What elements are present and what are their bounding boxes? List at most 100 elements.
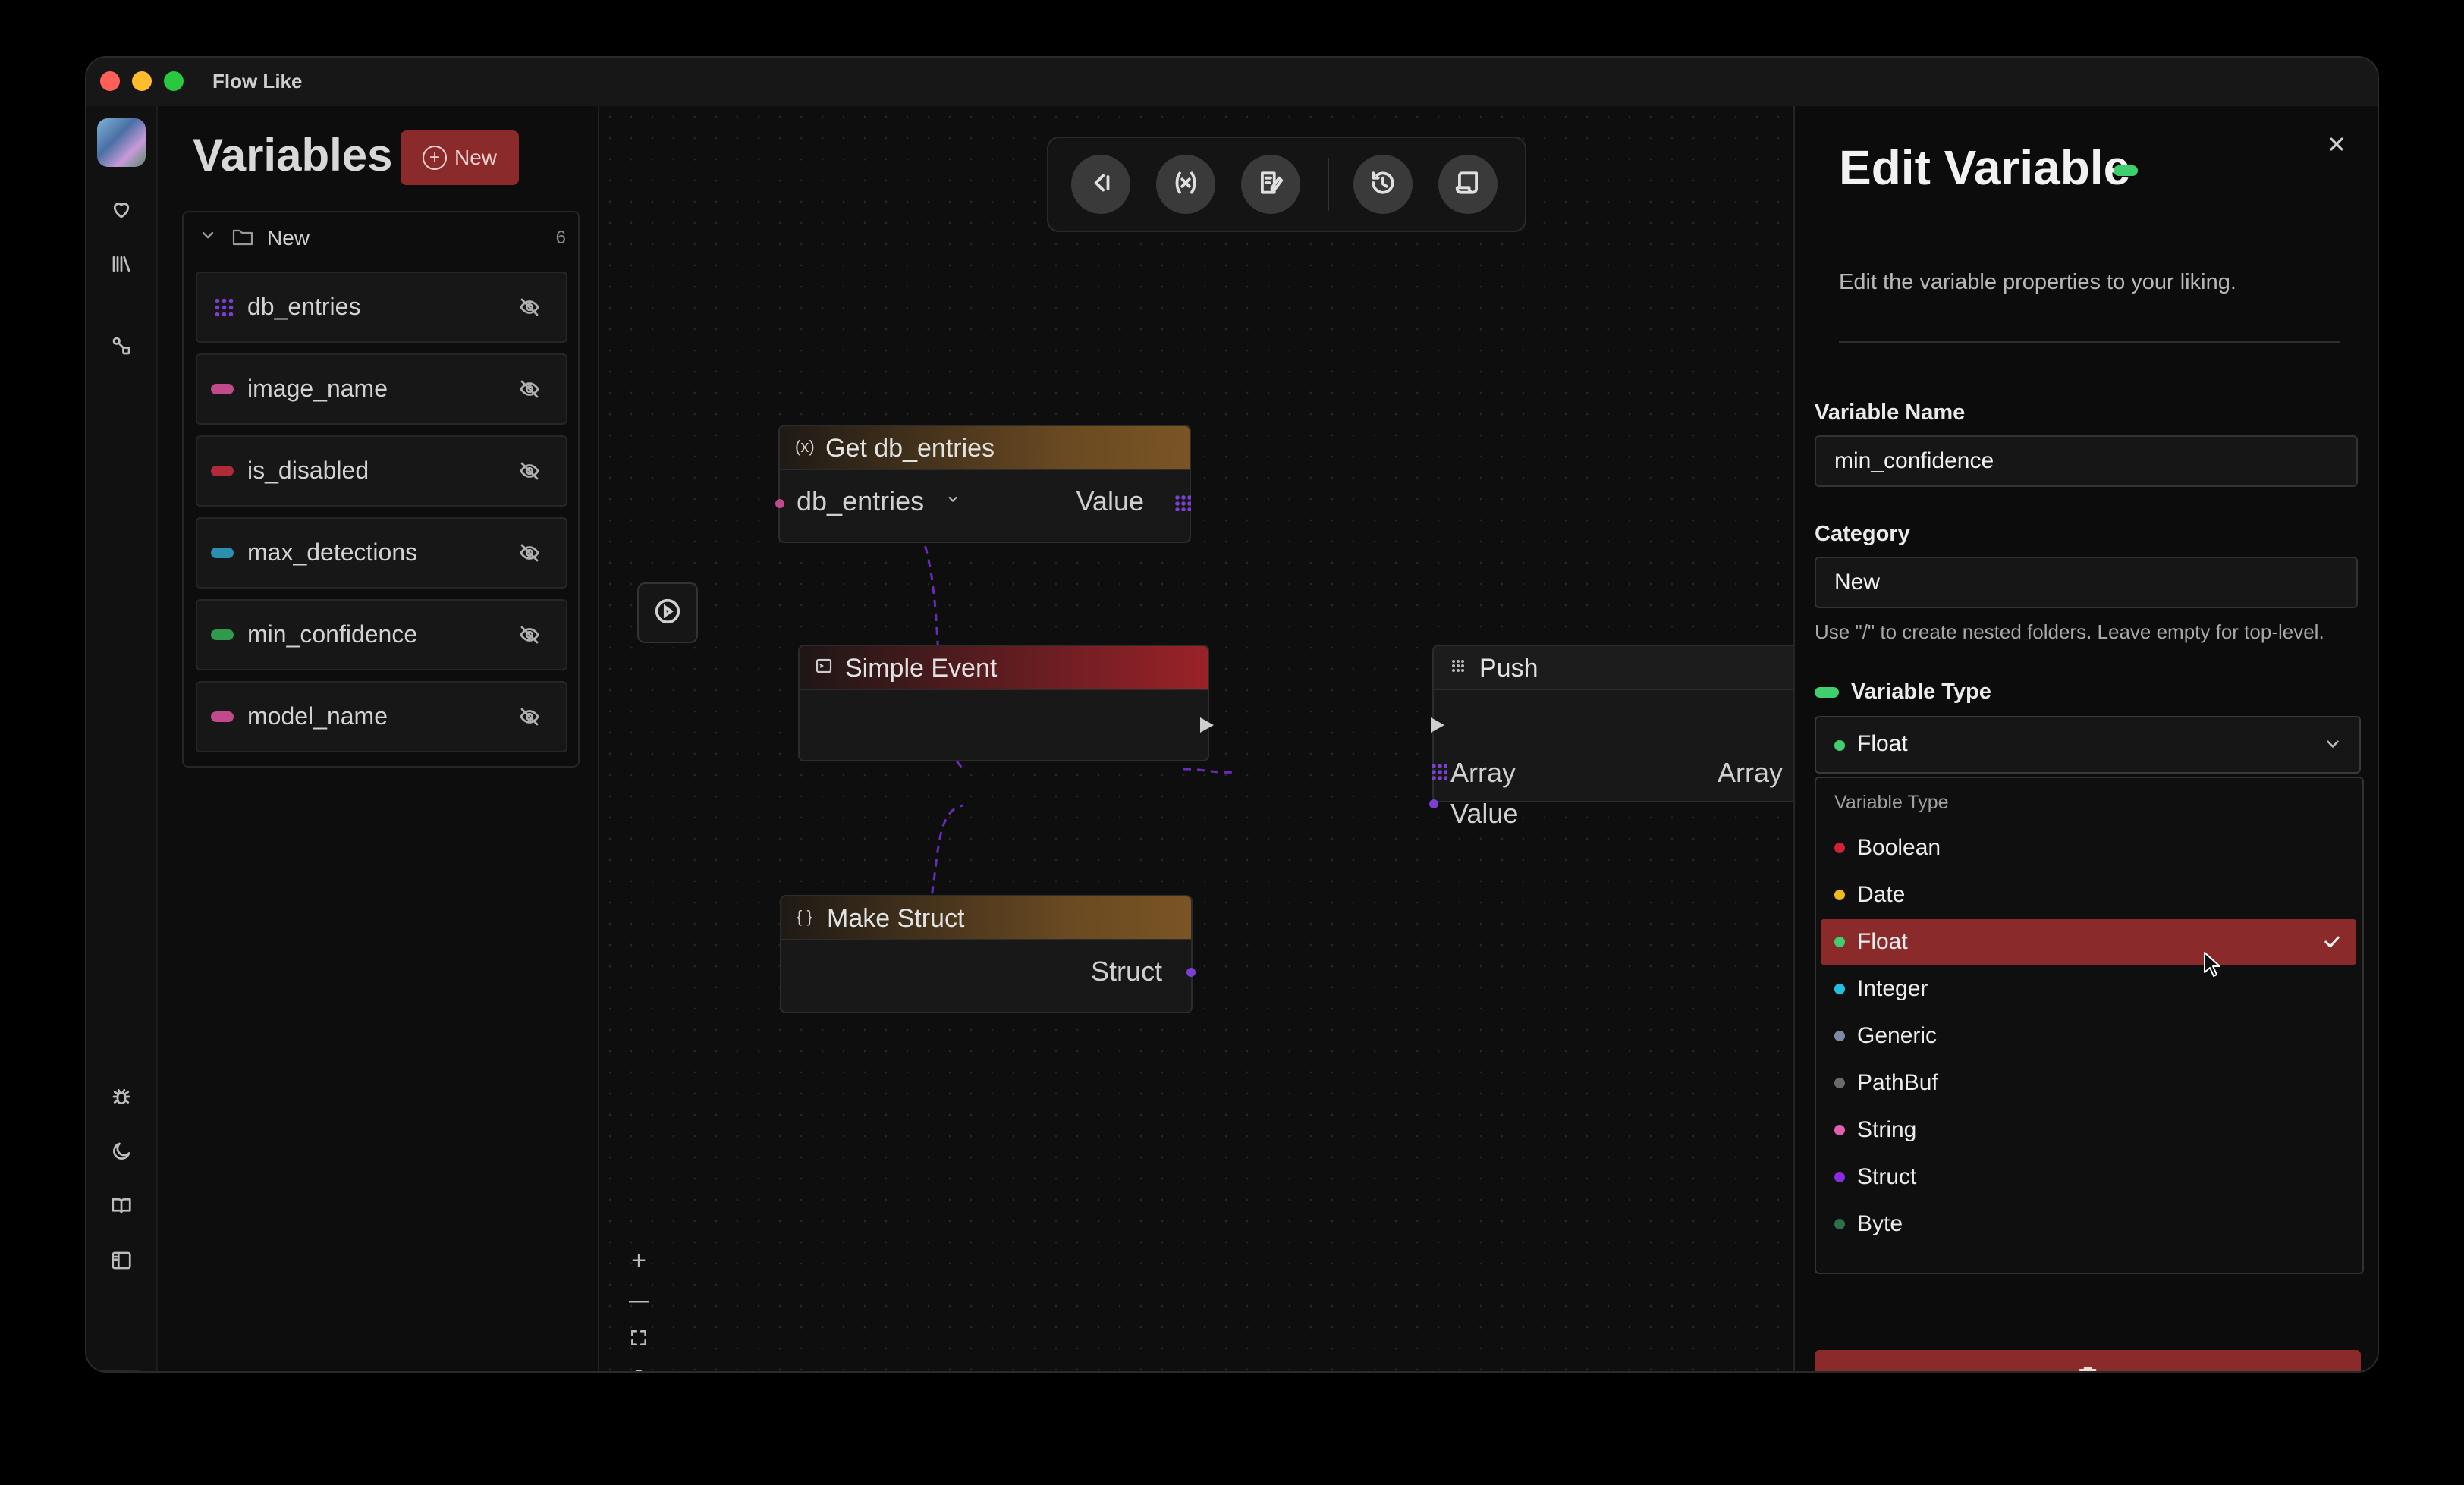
variables-button[interactable] [1156, 155, 1215, 214]
close-button[interactable] [2326, 133, 2353, 161]
output-array-pin[interactable] [1174, 494, 1191, 511]
node-header[interactable]: (x) Get db_entries [780, 426, 1190, 470]
option-label: Byte [1857, 1211, 1903, 1236]
minimize-window-button[interactable] [132, 71, 152, 91]
eye-off-icon[interactable] [517, 705, 542, 728]
type-option-pathbuf[interactable]: PathBuf [1821, 1060, 2356, 1106]
option-label: Struct [1857, 1164, 1917, 1189]
flow-icon[interactable] [108, 332, 135, 359]
type-option-integer[interactable]: Integer [1821, 966, 2356, 1012]
type-dot [1834, 937, 1845, 947]
type-option-boolean[interactable]: Boolean [1821, 825, 2356, 871]
input-pin[interactable] [775, 499, 784, 508]
option-label: String [1857, 1117, 1917, 1142]
eye-off-icon[interactable] [517, 296, 542, 319]
category-header[interactable]: New 6 [184, 212, 578, 261]
script-icon [1454, 168, 1482, 201]
nav-rail [86, 106, 158, 1371]
category-count: 6 [555, 228, 566, 248]
output-struct-label: Struct [1090, 956, 1162, 987]
eye-off-icon[interactable] [517, 542, 542, 564]
edit-notes-icon [1256, 168, 1285, 201]
book-icon[interactable] [108, 1192, 135, 1220]
variable-item[interactable]: model_name [196, 681, 567, 752]
eye-off-icon[interactable] [517, 460, 542, 482]
fit-view-button[interactable] [622, 1323, 655, 1356]
back-button[interactable] [1071, 155, 1130, 214]
type-option-float[interactable]: Float [1821, 919, 2356, 965]
output-array-label: Array [1717, 757, 1783, 788]
variable-item[interactable]: is_disabled [196, 435, 567, 507]
wire-array-out [1183, 768, 1237, 774]
input-array-pin[interactable] [1431, 763, 1447, 780]
input-value-pin[interactable] [1429, 799, 1438, 808]
eye-off-icon[interactable] [517, 378, 542, 400]
exec-out-pin[interactable] [1200, 717, 1214, 733]
type-option-date[interactable]: Date [1821, 872, 2356, 918]
type-dot [1834, 984, 1845, 994]
eye-off-icon[interactable] [517, 623, 542, 646]
title-bar: Flow Like [86, 58, 2378, 106]
script-button[interactable] [1438, 155, 1498, 214]
category-input[interactable]: New [1815, 557, 2358, 608]
history-button[interactable] [1353, 155, 1413, 214]
node-get-db-entries[interactable]: (x) Get db_entries db_entries Value [775, 425, 1191, 543]
variable-name-input[interactable]: min_confidence [1815, 435, 2358, 487]
run-event-button[interactable] [637, 582, 698, 643]
variable-item[interactable]: db_entries [196, 272, 567, 343]
zoom-out-button[interactable]: — [622, 1283, 655, 1317]
category-group: New 6 db_entries image_name is_disabledmax… [182, 211, 580, 768]
variable-item[interactable]: max_detections [196, 517, 567, 589]
bug-icon[interactable] [108, 1083, 135, 1110]
variable-selector[interactable]: db_entries [797, 485, 924, 517]
type-option-struct[interactable]: Struct [1821, 1154, 2356, 1200]
output-struct-pin[interactable] [1186, 968, 1196, 977]
node-title: Get db_entries [825, 434, 995, 463]
input-array-label: Array [1450, 757, 1516, 788]
panel-title: Variables [193, 130, 393, 181]
type-color-indicator [2114, 165, 2138, 176]
notes-button[interactable] [1241, 155, 1300, 214]
type-option-string[interactable]: String [1821, 1107, 2356, 1153]
node-push[interactable]: Push Array Value Array [1429, 645, 1834, 829]
type-dot [1834, 890, 1845, 900]
chevron-down-icon[interactable] [945, 491, 960, 510]
library-icon[interactable] [108, 250, 135, 278]
variable-item[interactable]: image_name [196, 353, 567, 425]
lock-button[interactable] [622, 1362, 655, 1371]
close-window-button[interactable] [100, 71, 120, 91]
new-variable-button[interactable]: + New [401, 130, 519, 185]
divider [1839, 341, 2340, 343]
app-logo[interactable] [97, 118, 146, 167]
sidebar-toggle-icon[interactable] [108, 1247, 135, 1274]
type-dot [1834, 740, 1845, 751]
heart-icon[interactable] [108, 196, 135, 223]
type-option-byte[interactable]: Byte [1821, 1201, 2356, 1247]
node-make-struct[interactable]: { } Make Struct Struct [780, 895, 1196, 1013]
fullscreen-icon [629, 1325, 649, 1355]
new-variable-label: New [454, 146, 497, 169]
node-simple-event[interactable]: Simple Event [798, 645, 1214, 761]
delete-variable-button[interactable] [1815, 1350, 2361, 1371]
flow-canvas[interactable]: (x) Get db_entries db_entries Value Simp… [599, 106, 1853, 1371]
event-icon [815, 657, 836, 678]
panel-subtitle: Edit the variable properties to your lik… [1839, 270, 2236, 294]
zoom-in-button[interactable]: + [622, 1244, 655, 1277]
check-icon [2321, 931, 2343, 953]
moon-icon[interactable] [108, 1138, 135, 1165]
exec-in-pin[interactable] [1431, 717, 1444, 733]
option-label: Generic [1857, 1023, 1938, 1048]
node-header[interactable]: { } Make Struct [781, 896, 1191, 940]
node-title: Push [1479, 654, 1538, 683]
node-header[interactable]: Push [1434, 646, 1831, 690]
node-header[interactable]: Simple Event [800, 646, 1208, 690]
user-avatar[interactable] [97, 1370, 146, 1371]
chevron-down-icon[interactable] [199, 226, 217, 250]
maximize-window-button[interactable] [164, 71, 184, 91]
variable-type-select[interactable]: Float [1815, 716, 2361, 774]
type-option-generic[interactable]: Generic [1821, 1013, 2356, 1059]
option-label: Integer [1857, 976, 1928, 1001]
type-dot [1834, 1078, 1845, 1088]
type-dot [1834, 1031, 1845, 1041]
variable-item[interactable]: min_confidence [196, 599, 567, 670]
